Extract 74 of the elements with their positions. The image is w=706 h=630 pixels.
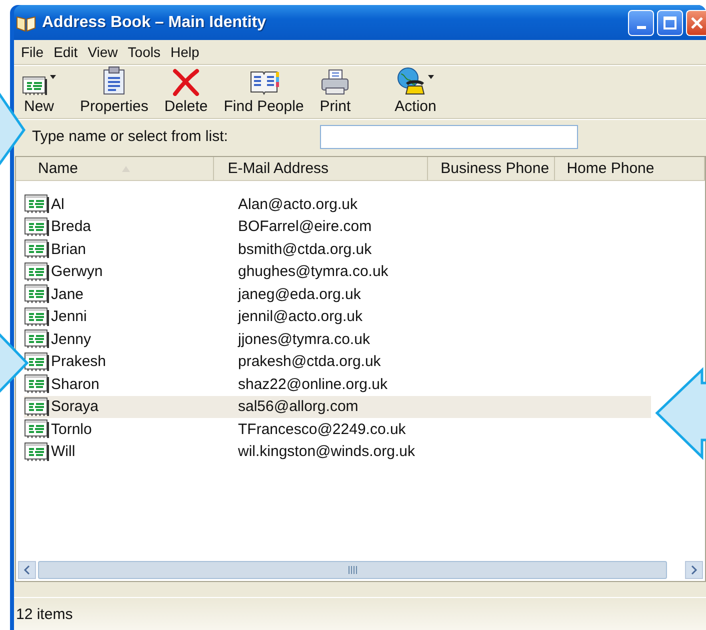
email-cell: BOFarrel@eire.com: [238, 218, 372, 236]
menu-item[interactable]: File: [16, 44, 49, 60]
email-cell: ghughes@tymra.co.uk: [238, 263, 388, 280]
menu-item[interactable]: Help: [165, 44, 204, 60]
chevron-left-icon: [23, 565, 31, 575]
email-cell: jjones@tymra.co.uk: [238, 330, 370, 348]
email-cell: shaz22@online.org.uk: [238, 376, 388, 393]
contact-card-icon: [24, 284, 50, 304]
contact-card-icon: [24, 374, 50, 394]
toolbar-button[interactable]: Delete: [156, 66, 216, 118]
toolbar-button[interactable]: Print: [312, 66, 359, 118]
cross-icon: [172, 68, 200, 96]
contact-name[interactable]: Tornlo: [51, 420, 92, 438]
contact-card-icon: [24, 329, 50, 350]
printer-icon: [320, 68, 350, 96]
contact-card-icon: [24, 396, 50, 417]
email-cell: jennil@acto.org.uk: [238, 308, 362, 326]
selected-row[interactable]: Soraya sal56@allorg.com: [24, 396, 651, 418]
minimize-icon: [636, 26, 646, 28]
close-icon: [690, 16, 704, 30]
scroll-right-button[interactable]: [685, 561, 703, 579]
scroll-left-button[interactable]: [18, 561, 36, 579]
toolbar-button[interactable]: Find People: [216, 66, 312, 118]
email-cell: janeg@eda.org.uk: [238, 286, 361, 303]
contact-card-icon: [24, 216, 50, 237]
contact-card-icon: [24, 442, 50, 462]
contact-name[interactable]: Breda: [51, 218, 92, 236]
menu-item[interactable]: View: [82, 44, 123, 60]
contact-name[interactable]: Brian: [51, 240, 86, 258]
contact-name[interactable]: Prakesh: [51, 353, 106, 370]
contact-name[interactable]: Soraya: [51, 398, 99, 416]
contact-card-icon: [24, 194, 50, 214]
maximize-icon: [663, 16, 677, 30]
contact-card-icon: [24, 419, 50, 440]
globe-phone-icon: [396, 66, 426, 96]
contact-name[interactable]: Will: [51, 443, 76, 460]
email-cell: wil.kingston@winds.org.uk: [238, 443, 415, 460]
email-cell: prakesh@ctda.org.uk: [238, 353, 381, 370]
toolbar-button[interactable]: Action: [386, 66, 444, 118]
column-header[interactable]: Home Phone: [554, 157, 705, 180]
column-header[interactable]: Name: [16, 157, 214, 180]
scrollbar-thumb[interactable]: [38, 561, 667, 579]
toolbar-button[interactable]: New: [14, 66, 64, 118]
column-header[interactable]: E-Mail Address: [214, 157, 428, 180]
contact-name[interactable]: Jenny: [51, 330, 92, 348]
contact-card-icon: [24, 352, 50, 372]
close-button[interactable]: [686, 10, 706, 36]
contact-card-icon: [24, 306, 50, 327]
contact-card-icon: [24, 262, 50, 282]
contact-name[interactable]: Sharon: [51, 376, 100, 393]
contact-name[interactable]: Jane: [51, 286, 84, 303]
email-cell: TFrancesco@2249.co.uk: [238, 420, 406, 438]
window-title: Address Book – Main Identity: [42, 14, 266, 32]
menu-item[interactable]: Edit: [48, 44, 83, 60]
email-cell: Alan@acto.org.uk: [238, 196, 358, 213]
minimize-button[interactable]: [628, 10, 654, 36]
chevron-right-icon: [690, 565, 698, 575]
contact-card-icon: [22, 76, 48, 96]
search-label: Type name or select from list:: [31, 128, 229, 145]
open-book-icon: [16, 14, 36, 32]
contact-name[interactable]: Al: [51, 196, 64, 213]
column-header[interactable]: Business Phone: [428, 157, 555, 180]
email-cell: bsmith@ctda.org.uk: [238, 240, 372, 258]
clipboard-icon: [101, 66, 128, 96]
contact-name[interactable]: Gerwyn: [51, 263, 103, 280]
maximize-button[interactable]: [657, 10, 683, 36]
menu-item[interactable]: Tools: [122, 44, 166, 60]
grip-icon: [348, 566, 358, 574]
status-text: 12 items: [16, 606, 73, 622]
search-field[interactable]: [320, 124, 578, 148]
email-cell: sal56@allorg.com: [238, 398, 358, 416]
contact-card-icon: [24, 239, 50, 260]
toolbar-button[interactable]: Properties: [72, 66, 156, 118]
contact-name[interactable]: Jenni: [51, 308, 87, 326]
